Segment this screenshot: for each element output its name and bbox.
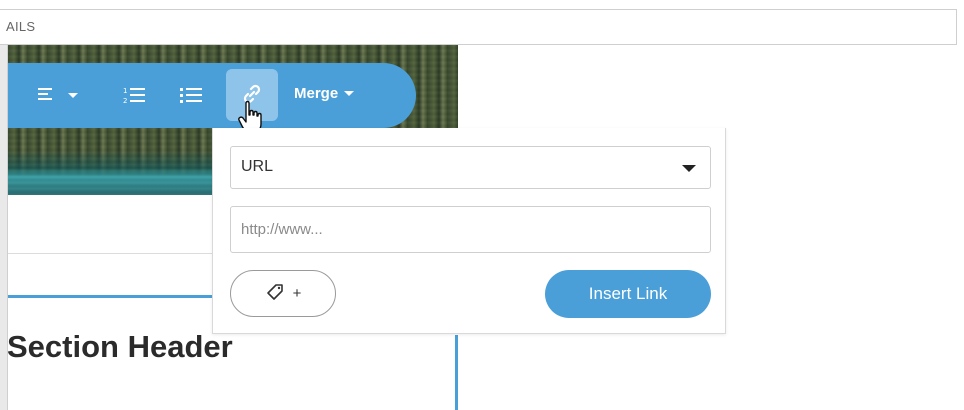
- topbar-label: AILS: [6, 19, 36, 34]
- ordered-list-button[interactable]: 1 2: [123, 82, 145, 108]
- link-type-select[interactable]: URL: [230, 146, 711, 189]
- align-dropdown[interactable]: [38, 82, 78, 108]
- image-caption-area: [8, 195, 218, 254]
- link-type-value: URL: [241, 158, 274, 175]
- section-divider: [8, 295, 213, 298]
- ordered-list-icon: 1 2: [123, 86, 145, 104]
- section-header[interactable]: Section Header: [7, 329, 233, 365]
- url-input[interactable]: [230, 206, 711, 253]
- insert-link-button[interactable]: Insert Link: [545, 270, 711, 318]
- add-tag-label: +: [292, 285, 302, 302]
- svg-text:1: 1: [123, 87, 127, 95]
- chevron-down-icon: [68, 92, 78, 98]
- align-left-icon: [38, 87, 56, 103]
- bullet-list-button[interactable]: [180, 82, 202, 108]
- top-bar: AILS: [0, 9, 957, 45]
- merge-dropdown[interactable]: Merge: [294, 85, 355, 102]
- add-tag-button[interactable]: +: [230, 270, 336, 317]
- chevron-down-icon: [344, 91, 355, 96]
- text-toolbar: 1 2 Merge: [8, 63, 416, 128]
- merge-label: Merge: [294, 85, 339, 102]
- column-divider: [455, 335, 458, 410]
- bullet-list-icon: [180, 86, 202, 104]
- chevron-down-icon: [682, 165, 696, 172]
- tag-icon: [265, 282, 285, 306]
- insert-link-popup: URL + Insert Link: [212, 128, 726, 334]
- svg-text:2: 2: [123, 97, 127, 104]
